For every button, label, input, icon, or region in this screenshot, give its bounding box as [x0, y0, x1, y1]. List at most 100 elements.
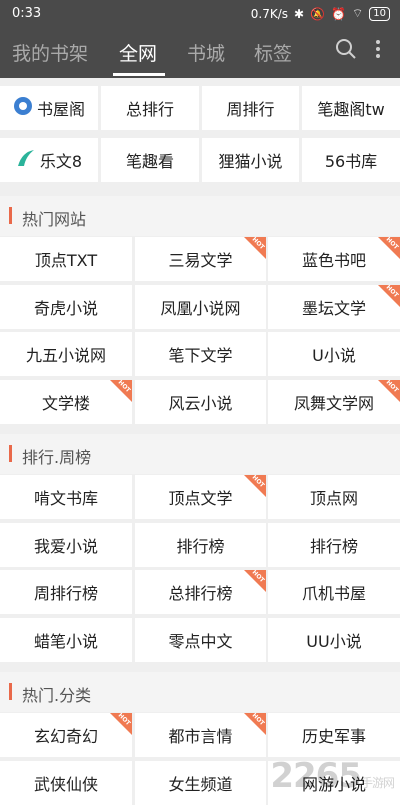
site-link-label: 武侠仙侠 — [33, 774, 98, 794]
watermark-main: 2265 — [270, 756, 362, 796]
site-link-label: 爪机书屋 — [301, 584, 366, 603]
content-area: 书屋阁 总排行 周排行 笔趣阁tw 乐文8 笔趣看 狸猫小说 56书库 热门网站… — [0, 78, 400, 805]
section-title: 热门网站 — [22, 210, 87, 229]
link-label: 56书库 — [324, 152, 378, 171]
link-biqukan[interactable]: 笔趣看 — [101, 138, 199, 182]
site-link-label: 风云小说 — [168, 393, 233, 413]
site-link-item[interactable]: UU小说 — [268, 617, 400, 662]
site-link-item[interactable]: 笔下文学 — [135, 332, 266, 376]
link-week-rank[interactable]: 周排行 — [202, 86, 299, 130]
site-link-item[interactable]: 女生频道 — [135, 760, 266, 805]
site-link-label: 排行榜 — [309, 536, 358, 556]
section-header-hot-categories: 热门.分类 — [0, 672, 400, 712]
site-link-item[interactable]: 爪机书屋 — [268, 570, 400, 614]
site-link-item[interactable]: 排行榜 — [135, 522, 266, 567]
site-link-item[interactable]: 历史军事 — [268, 713, 400, 757]
site-link-item[interactable]: 三易文学 HOT — [135, 237, 266, 281]
link-lewen8[interactable]: 乐文8 — [0, 138, 98, 182]
site-link-label: 奇虎小说 — [33, 298, 98, 318]
site-link-item[interactable]: 周排行榜 — [0, 570, 132, 614]
status-icons: 0.7K/s ✱ 🔕 ⏰ ⌔ 10 — [251, 6, 390, 21]
watermark-sub: 手游网 — [360, 776, 395, 790]
site-link-label: 啃文书库 — [33, 489, 98, 508]
more-menu-icon[interactable] — [374, 38, 382, 64]
site-link-item[interactable]: 顶点网 — [268, 475, 400, 519]
search-icon[interactable] — [335, 38, 357, 64]
section-title: 排行.周榜 — [22, 448, 92, 467]
status-bar: 0:33 0.7K/s ✱ 🔕 ⏰ ⌔ 10 — [0, 0, 400, 28]
site-link-item[interactable]: 排行榜 — [268, 522, 400, 567]
tab-bookshelf[interactable]: 我的书架 — [12, 39, 88, 66]
bluetooth-icon: ✱ — [294, 6, 305, 21]
link-total-rank[interactable]: 总排行 — [101, 86, 199, 130]
site-link-item[interactable]: 九五小说网 — [0, 332, 132, 376]
top-navigation: 我的书架 全网 书城 标签 — [0, 28, 400, 78]
link-label: 周排行 — [226, 100, 275, 119]
site-link-item[interactable]: 顶点文学 HOT — [135, 475, 266, 519]
site-link-label: 顶点网 — [309, 489, 358, 508]
section-accent-bar — [9, 445, 12, 462]
site-link-item[interactable]: 总排行榜 HOT — [135, 570, 266, 614]
link-label: 笔趣阁tw — [317, 100, 385, 119]
section-title: 热门.分类 — [22, 686, 92, 705]
site-link-label: 凤舞文学网 — [293, 393, 374, 413]
mute-icon: 🔕 — [310, 6, 326, 21]
link-label: 狸猫小说 — [218, 152, 283, 171]
site-link-label: 都市言情 — [168, 727, 233, 746]
site-link-item[interactable]: 顶点TXT — [0, 237, 132, 281]
section-accent-bar — [9, 683, 12, 700]
site-link-item[interactable]: 我爱小说 — [0, 522, 132, 567]
site-link-label: 总排行榜 — [168, 584, 233, 603]
site-link-label: 玄幻奇幻 — [33, 727, 98, 746]
site-link-item[interactable]: 凤舞文学网 HOT — [268, 379, 400, 424]
alarm-icon: ⏰ — [331, 6, 346, 21]
link-56shuku[interactable]: 56书库 — [302, 138, 400, 182]
site-link-item[interactable]: 蓝色书吧 HOT — [268, 237, 400, 281]
tab-bookstore[interactable]: 书城 — [187, 39, 225, 66]
shuwuge-logo-icon — [13, 96, 33, 120]
site-link-label: 蜡笔小说 — [33, 631, 98, 651]
site-link-item[interactable]: 都市言情 HOT — [135, 713, 266, 757]
tab-all-web[interactable]: 全网 — [119, 39, 157, 66]
site-link-label: 三易文学 — [168, 251, 233, 270]
link-label: 笔趣看 — [125, 152, 174, 171]
site-link-label: 零点中文 — [168, 631, 233, 651]
link-label: 乐文8 — [39, 152, 83, 171]
link-shuwuge[interactable]: 书屋阁 — [0, 86, 98, 130]
active-tab-indicator — [113, 73, 165, 76]
site-link-label: 九五小说网 — [25, 346, 106, 365]
site-link-item[interactable]: U小说 — [268, 332, 400, 376]
site-link-item[interactable]: 啃文书库 — [0, 475, 132, 519]
section-accent-bar — [9, 207, 12, 224]
lewen-logo-icon — [16, 148, 36, 172]
site-link-item[interactable]: 风云小说 — [135, 379, 266, 424]
site-link-item[interactable]: 零点中文 — [135, 617, 266, 662]
link-label: 总排行 — [125, 100, 174, 119]
site-link-item[interactable]: 蜡笔小说 — [0, 617, 132, 662]
site-link-label: 我爱小说 — [33, 536, 98, 556]
tab-tags[interactable]: 标签 — [254, 39, 292, 66]
site-link-label: 笔下文学 — [168, 346, 233, 365]
site-link-label: 顶点TXT — [34, 251, 98, 270]
site-link-label: 女生频道 — [168, 774, 233, 794]
site-link-item[interactable]: 墨坛文学 HOT — [268, 284, 400, 329]
wifi-icon: ⌔ — [351, 6, 364, 20]
site-link-label: 墨坛文学 — [301, 298, 366, 318]
site-link-item[interactable]: 奇虎小说 — [0, 284, 132, 329]
site-link-item[interactable]: 玄幻奇幻 HOT — [0, 713, 132, 757]
site-link-label: U小说 — [312, 346, 356, 365]
site-link-label: 顶点文学 — [168, 489, 233, 508]
network-speed: 0.7K/s — [250, 6, 289, 21]
site-link-item[interactable]: 武侠仙侠 — [0, 760, 132, 805]
link-limao[interactable]: 狸猫小说 — [202, 138, 299, 182]
site-link-label: UU小说 — [306, 631, 362, 651]
section-header-hot-sites: 热门网站 — [0, 196, 400, 236]
site-link-label: 蓝色书吧 — [301, 251, 366, 270]
site-link-label: 排行榜 — [176, 536, 225, 556]
site-watermark-logo: 2265手游网 — [270, 756, 395, 796]
site-link-item[interactable]: 文学楼 HOT — [0, 379, 132, 424]
link-label: 书屋阁 — [36, 100, 85, 119]
site-link-item[interactable]: 凤凰小说网 — [135, 284, 266, 329]
link-biquge-tw[interactable]: 笔趣阁tw — [302, 86, 400, 130]
site-link-label: 文学楼 — [41, 393, 90, 413]
